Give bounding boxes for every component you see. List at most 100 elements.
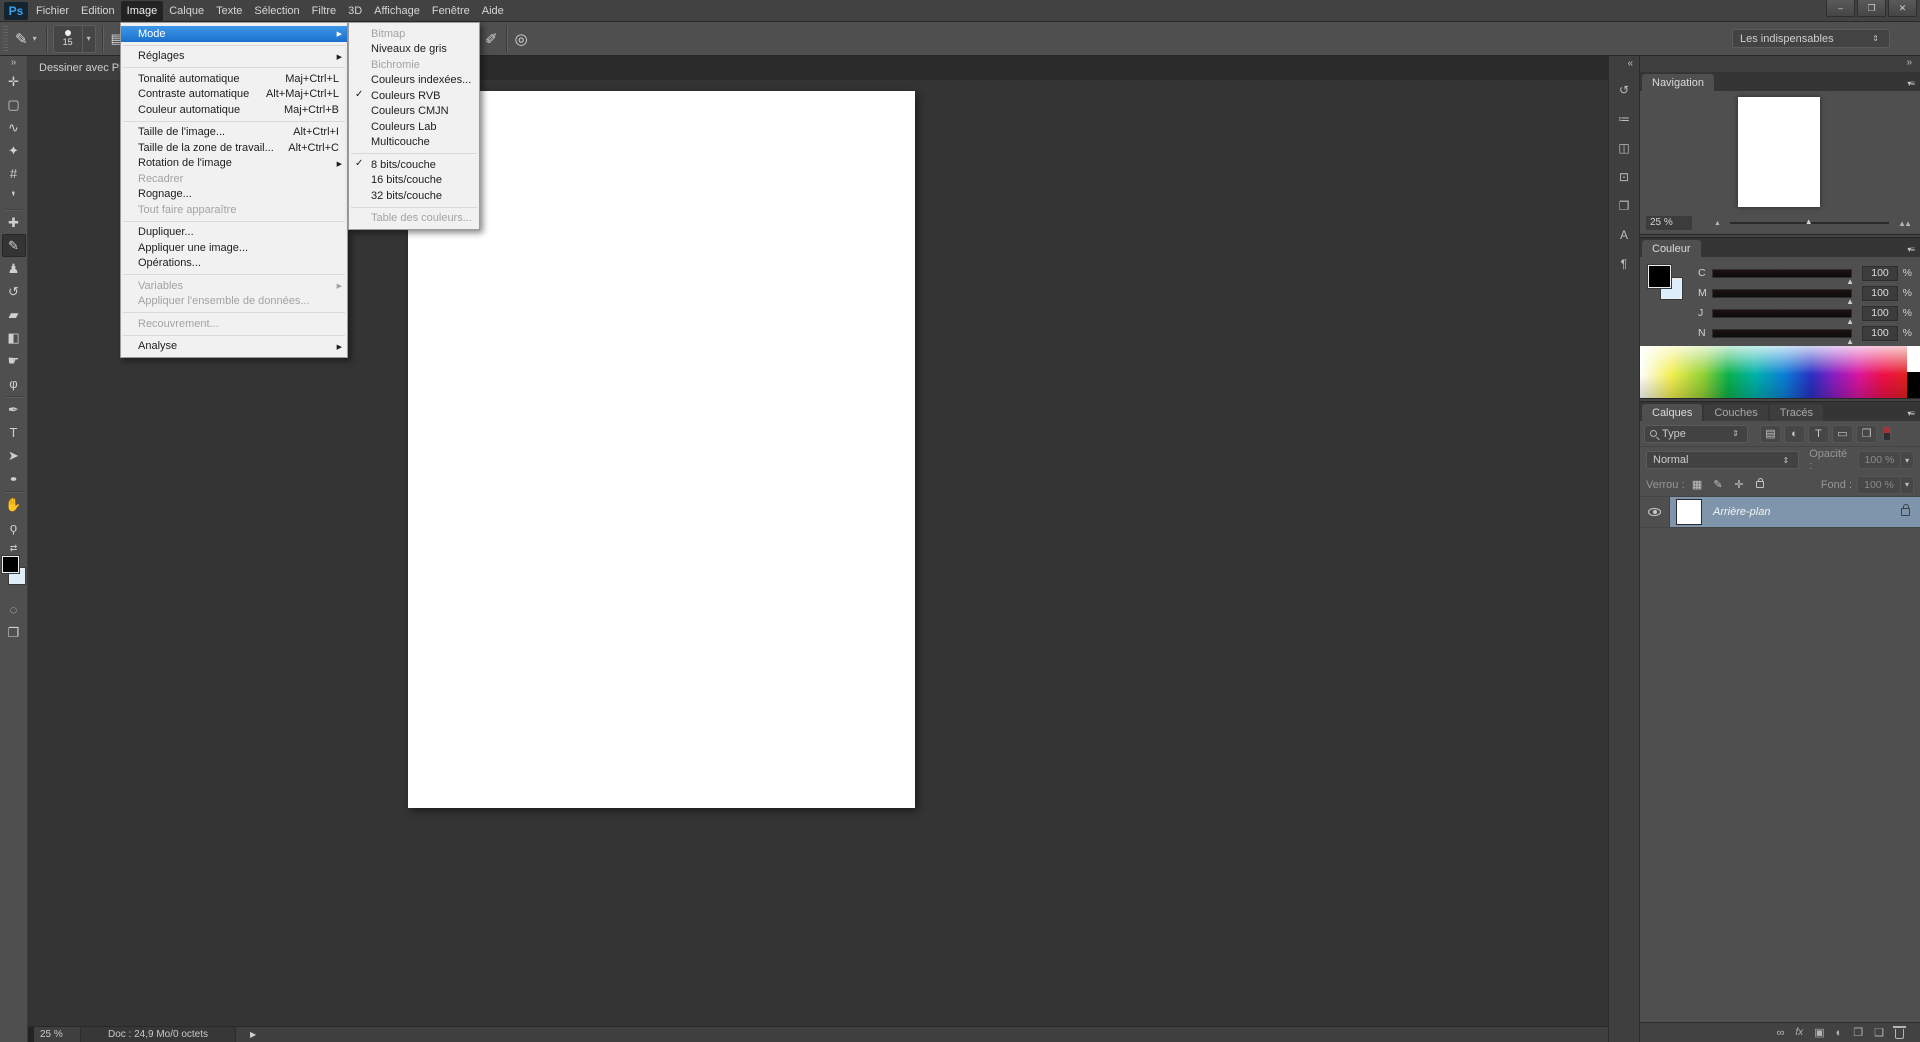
menubar-item-aide[interactable]: Aide [476,1,510,21]
menu-item-dupliquer[interactable]: Dupliquer... [121,225,347,241]
menubar-item-filtre[interactable]: Filtre [306,1,342,21]
filter-pixels-icon[interactable]: ▤ [1760,425,1781,443]
black-swatch[interactable] [1907,372,1920,398]
slider-thumb-icon[interactable]: ▲ [1805,218,1813,226]
navigation-zoom-field[interactable]: 25 % [1646,216,1692,230]
noir-slider[interactable]: ▲ [1712,329,1852,338]
healing-brush-tool[interactable]: ✚ [2,211,26,234]
layer-filter-type-select[interactable]: Type ⇕ [1644,425,1748,443]
magic-wand-tool[interactable]: ✦ [2,139,26,162]
submenu-item-multicouche[interactable]: Multicouche [349,135,479,151]
opacity-caret-icon[interactable]: ▾ [1901,451,1914,469]
foreground-color-swatch[interactable] [2,556,19,573]
color-spectrum-ramp[interactable] [1640,346,1920,398]
brush-size-caret[interactable]: ▾ [83,25,96,53]
dock-expand-icon[interactable]: « [1627,56,1639,72]
menu-item-couleur-automatique[interactable]: Couleur automatiqueMaj+Ctrl+B [121,102,347,118]
menu-item-rognage[interactable]: Rognage... [121,187,347,203]
submenu-item-niveaux-de-gris[interactable]: Niveaux de gris [349,42,479,58]
regles-panel-icon[interactable]: ◫ [1612,137,1636,159]
status-zoom-field[interactable]: 25 % [40,1029,80,1040]
tab-couleur[interactable]: Couleur [1642,240,1701,257]
informations-panel-icon[interactable]: ⊡ [1612,166,1636,188]
menu-item-rotation-image[interactable]: Rotation de l'image▶ [121,156,347,172]
dock-collapse-icon[interactable]: » [1640,56,1920,72]
brush-tool[interactable]: ✎ [2,234,26,257]
tab-calques[interactable]: Calques [1642,404,1702,421]
lock-transparent-pixels-icon[interactable]: ▦ [1689,478,1706,491]
tab-couches[interactable]: Couches [1704,404,1767,421]
layer-visibility-cell[interactable] [1640,497,1670,527]
new-layer-icon[interactable]: ❏ [1874,1026,1884,1039]
lock-image-pixels-icon[interactable]: ✎ [1710,478,1727,491]
move-tool[interactable]: ✛ [2,70,26,93]
navigation-thumbnail[interactable] [1738,97,1820,207]
type-tool[interactable]: T [2,421,26,444]
lock-position-icon[interactable]: ✛ [1731,478,1748,491]
history-brush-tool[interactable]: ↺ [2,280,26,303]
path-selection-tool[interactable]: ➤ [2,444,26,467]
eraser-tool[interactable]: ▰ [2,303,26,326]
minimize-button[interactable]: – [1826,0,1855,17]
layer-row-arriere-plan[interactable]: Arrière-plan [1640,497,1920,528]
crop-tool[interactable]: # [2,162,26,185]
tab-traces[interactable]: Tracés [1770,404,1823,421]
menu-item-tonalite-automatique[interactable]: Tonalité automatiqueMaj+Ctrl+L [121,71,347,87]
cyan-slider[interactable]: ▲ [1712,269,1852,278]
menu-item-taille-image[interactable]: Taille de l'image...Alt+Ctrl+I [121,125,347,141]
layer-selected-area[interactable]: Arrière-plan [1670,497,1920,527]
close-button[interactable]: ✕ [1888,0,1917,17]
cyan-value[interactable]: 100 [1862,266,1898,281]
menu-item-contraste-automatique[interactable]: Contraste automatiqueAlt+Maj+Ctrl+L [121,87,347,103]
foreground-color-swatch[interactable] [1648,265,1671,288]
brush-size-preview[interactable]: 15 [53,25,83,53]
navigation-panel-menu-icon[interactable]: ▾≡ [1907,79,1920,91]
fond-caret-icon[interactable]: ▾ [1901,476,1914,494]
brush-preset-caret-icon[interactable]: ▾ [30,34,40,43]
jaune-value[interactable]: 100 [1862,306,1898,321]
menubar-item-fichier[interactable]: Fichier [30,1,75,21]
caractere-panel-icon[interactable]: A [1612,224,1636,246]
quick-mask-button[interactable]: ◌ [2,598,26,621]
zoom-in-icon[interactable]: ▲▲ [1898,219,1910,228]
submenu-item-16-bits[interactable]: 16 bits/couche [349,173,479,189]
hand-tool[interactable]: ✋ [2,493,26,516]
new-group-icon[interactable]: ❒ [1853,1026,1863,1039]
swap-colors-icon[interactable]: ⇄ [10,543,18,554]
spectrum-bw-swatches[interactable] [1907,346,1920,398]
link-layers-icon[interactable]: ∞ [1777,1027,1785,1039]
calques-panel-menu-icon[interactable]: ▾≡ [1907,409,1920,421]
menubar-item-3d[interactable]: 3D [342,1,368,21]
lasso-tool[interactable]: ∿ [2,116,26,139]
layer-style-icon[interactable]: fx [1795,1027,1803,1038]
status-menu-arrow-icon[interactable]: ▶ [250,1030,256,1039]
jaune-slider[interactable]: ▲ [1712,309,1852,318]
menubar-item-affichage[interactable]: Affichage [368,1,426,21]
paint-bucket-tool[interactable]: ◧ [2,326,26,349]
spectrum-gradient[interactable] [1640,346,1907,398]
workspace-switcher[interactable]: Les indispensables ⇕ [1732,29,1890,48]
zoom-tool[interactable]: ϙ [2,516,26,539]
submenu-item-32-bits[interactable]: 32 bits/couche [349,188,479,204]
submenu-item-8-bits[interactable]: ✓8 bits/couche [349,157,479,173]
submenu-item-couleurs-indexees[interactable]: Couleurs indexées... [349,73,479,89]
eyedropper-tool[interactable]: ❜ [2,185,26,208]
magenta-slider[interactable]: ▲ [1712,289,1852,298]
filter-toggle-switch[interactable] [1883,426,1891,441]
clone-stamp-tool[interactable]: ♟ [2,257,26,280]
filter-objets-dynamiques-icon[interactable]: ❐ [1856,425,1877,443]
toolbar-collapse-icon[interactable]: » [11,56,17,70]
noir-value[interactable]: 100 [1862,326,1898,341]
menu-item-taille-zone-travail[interactable]: Taille de la zone de travail...Alt+Ctrl+… [121,140,347,156]
magenta-value[interactable]: 100 [1862,286,1898,301]
historique-panel-icon[interactable]: ↺ [1612,79,1636,101]
couleur-panel-menu-icon[interactable]: ▾≡ [1907,245,1920,257]
menubar-item-selection[interactable]: Sélection [248,1,305,21]
layer-thumbnail[interactable] [1676,499,1702,525]
fond-value[interactable]: 100 % [1857,476,1901,494]
delete-layer-icon[interactable] [1895,1029,1904,1039]
navigation-zoom-slider[interactable]: ▲ [1730,222,1889,224]
menu-item-analyse[interactable]: Analyse▶ [121,339,347,355]
filter-reglages-icon[interactable]: ◐ [1784,425,1805,443]
brush-tool-icon[interactable]: ✎ [13,30,30,48]
